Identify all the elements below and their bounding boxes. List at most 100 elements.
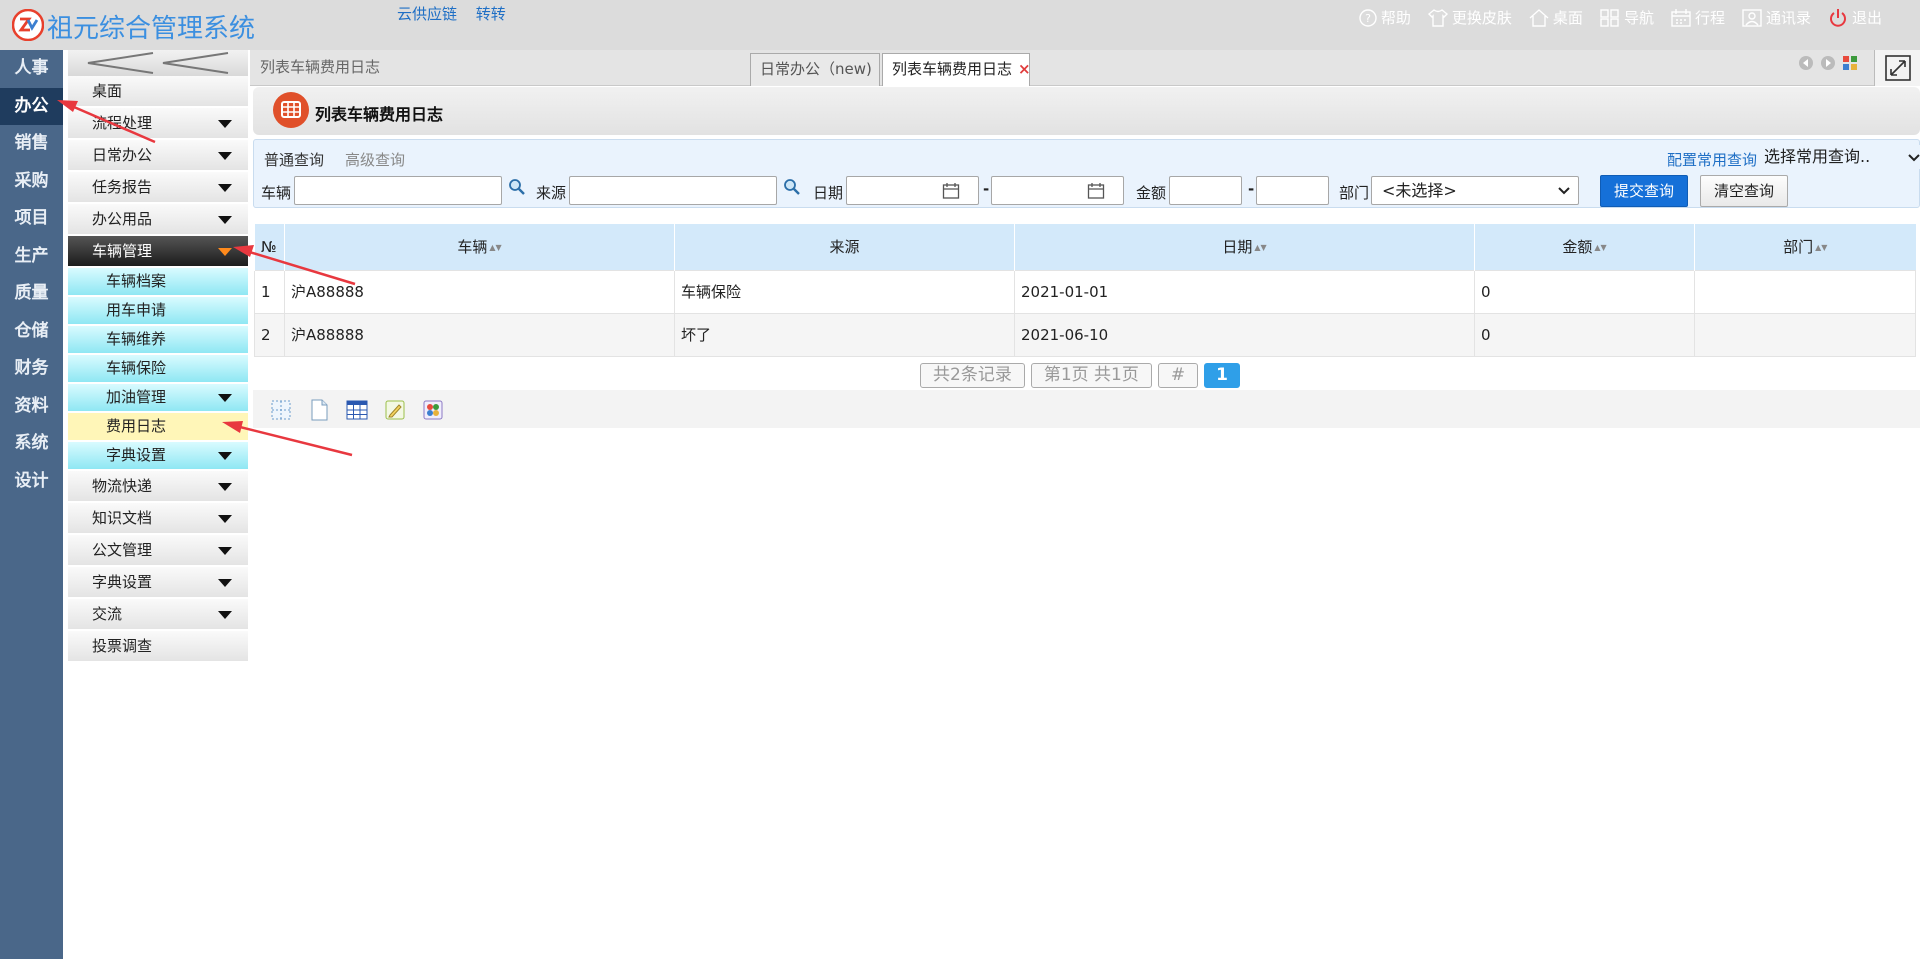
col-label: 日期 bbox=[1222, 238, 1253, 257]
tab-expense-log[interactable]: 列表车辆费用日志 × bbox=[882, 53, 1031, 86]
logout-button[interactable]: 退出 bbox=[1827, 7, 1882, 28]
select-all-icon[interactable] bbox=[270, 399, 292, 421]
nav-sales[interactable]: 销售 bbox=[0, 125, 63, 163]
menu-workflow[interactable]: 流程处理 bbox=[68, 108, 248, 138]
menu-task-report[interactable]: 任务报告 bbox=[68, 172, 248, 202]
vehicle-search-icon[interactable] bbox=[507, 177, 527, 197]
svg-text:?: ? bbox=[1365, 12, 1371, 25]
tab-scroll-left-icon[interactable] bbox=[1798, 55, 1814, 71]
navigation-button[interactable]: 导航 bbox=[1599, 7, 1654, 28]
menu-vehicle-insurance[interactable]: 车辆保险 bbox=[68, 355, 248, 382]
tab-menu-icon[interactable] bbox=[1842, 55, 1858, 71]
change-skin-label: 更换皮肤 bbox=[1451, 9, 1512, 27]
menu-vehicle-management[interactable]: 车辆管理 bbox=[68, 236, 248, 266]
submit-query-button[interactable]: 提交查询 bbox=[1600, 175, 1688, 207]
col-amount[interactable]: 金额 ▲▼ bbox=[1474, 224, 1695, 270]
source-search-icon[interactable] bbox=[782, 177, 802, 197]
list-icon bbox=[273, 92, 309, 128]
nav-system[interactable]: 系统 bbox=[0, 425, 63, 463]
saved-query-select[interactable]: 选择常用查询.. bbox=[1760, 145, 1920, 169]
menu-dictionary[interactable]: 字典设置 bbox=[68, 567, 248, 597]
col-label: 部门 bbox=[1783, 238, 1814, 257]
config-query-link[interactable]: 配置常用查询 bbox=[1667, 149, 1757, 170]
double-left-arrow-icon bbox=[87, 52, 229, 74]
logout-label: 退出 bbox=[1851, 9, 1882, 27]
col-dept[interactable]: 部门 ▲▼ bbox=[1694, 224, 1916, 270]
nav-finance[interactable]: 财务 bbox=[0, 350, 63, 388]
nav-office[interactable]: 办公 bbox=[0, 87, 63, 125]
calendar-icon bbox=[1087, 183, 1105, 199]
menu-desktop[interactable]: 桌面 bbox=[68, 76, 248, 106]
menu-vote[interactable]: 投票调查 bbox=[68, 631, 248, 661]
new-document-icon[interactable] bbox=[308, 399, 330, 421]
menu-fuel-management[interactable]: 加油管理 bbox=[68, 384, 248, 411]
expand-arrow-icon bbox=[218, 515, 232, 523]
clear-query-button[interactable]: 清空查询 bbox=[1700, 175, 1788, 207]
nav-hr[interactable]: 人事 bbox=[0, 50, 63, 88]
pager-current-page[interactable]: 1 bbox=[1204, 363, 1240, 388]
nav-project[interactable]: 项目 bbox=[0, 200, 63, 238]
menu-label: 车辆管理 bbox=[92, 242, 153, 260]
nav-warehouse[interactable]: 仓储 bbox=[0, 313, 63, 351]
top-link-supply-chain[interactable]: 云供应链 bbox=[397, 5, 457, 23]
amount-max-input[interactable] bbox=[1256, 176, 1329, 205]
expand-arrow-icon bbox=[218, 452, 232, 460]
desktop-button[interactable]: 桌面 bbox=[1528, 7, 1583, 28]
col-label: № bbox=[261, 237, 277, 256]
menu-daily-office[interactable]: 日常办公 bbox=[68, 140, 248, 170]
menu-label: 公文管理 bbox=[92, 541, 153, 559]
menu-documents[interactable]: 公文管理 bbox=[68, 535, 248, 565]
dept-select[interactable]: <未选择> bbox=[1371, 176, 1579, 205]
expand-arrow-icon bbox=[218, 216, 232, 224]
menu-vehicle-archive[interactable]: 车辆档案 bbox=[68, 268, 248, 295]
calendar-icon bbox=[1671, 8, 1691, 27]
app-logo-icon bbox=[12, 9, 44, 41]
settings-puzzle-icon[interactable] bbox=[422, 399, 444, 421]
amount-min-input[interactable] bbox=[1169, 176, 1242, 205]
table-row[interactable]: 1 沪A88888 车辆保险 2021-01-01 0 bbox=[254, 269, 1916, 314]
menu-logistics[interactable]: 物流快递 bbox=[68, 471, 248, 501]
edit-icon[interactable] bbox=[384, 399, 406, 421]
col-date[interactable]: 日期 ▲▼ bbox=[1014, 224, 1475, 270]
menu-vehicle-request[interactable]: 用车申请 bbox=[68, 297, 248, 324]
amount-range-dash: - bbox=[1248, 180, 1255, 198]
help-button[interactable]: ? 帮助 bbox=[1358, 7, 1411, 28]
nav-quality[interactable]: 质量 bbox=[0, 275, 63, 313]
tab-controls bbox=[1792, 55, 1858, 71]
tab-daily-office[interactable]: 日常办公（new) bbox=[750, 53, 880, 86]
schedule-button[interactable]: 行程 bbox=[1670, 7, 1725, 28]
menu-vehicle-dictionary[interactable]: 字典设置 bbox=[68, 442, 248, 469]
col-vehicle[interactable]: 车辆 ▲▼ bbox=[284, 224, 675, 270]
tab-advanced-query[interactable]: 高级查询 bbox=[345, 149, 405, 170]
expand-arrow-icon bbox=[218, 483, 232, 491]
table-row[interactable]: 2 沪A88888 坏了 2021-06-10 0 bbox=[254, 312, 1916, 357]
menu-label: 交流 bbox=[92, 605, 123, 623]
menu-knowledge[interactable]: 知识文档 bbox=[68, 503, 248, 533]
tab-simple-query[interactable]: 普通查询 bbox=[264, 149, 324, 170]
menu-office-supplies[interactable]: 办公用品 bbox=[68, 204, 248, 234]
contacts-button[interactable]: 通讯录 bbox=[1741, 7, 1811, 28]
nav-production[interactable]: 生产 bbox=[0, 238, 63, 276]
source-input[interactable] bbox=[569, 176, 777, 205]
menu-vehicle-maintenance[interactable]: 车辆维养 bbox=[68, 326, 248, 353]
schedule-label: 行程 bbox=[1694, 9, 1725, 27]
date-from-input[interactable] bbox=[846, 176, 979, 205]
collapse-menu-button[interactable] bbox=[68, 50, 248, 76]
menu-expense-log[interactable]: 费用日志 bbox=[68, 413, 248, 440]
date-to-input[interactable] bbox=[991, 176, 1124, 205]
maximize-button[interactable] bbox=[1874, 50, 1920, 86]
tab-scroll-right-icon[interactable] bbox=[1820, 55, 1836, 71]
dept-select-value: <未选择> bbox=[1382, 181, 1457, 200]
change-skin-button[interactable]: 更换皮肤 bbox=[1427, 7, 1512, 28]
menu-communication[interactable]: 交流 bbox=[68, 599, 248, 629]
nav-design[interactable]: 设计 bbox=[0, 463, 63, 501]
top-link-zhuanzhuan[interactable]: 转转 bbox=[476, 5, 506, 23]
cell-amount: 0 bbox=[1474, 269, 1695, 314]
expand-arrow-icon bbox=[218, 120, 232, 128]
vehicle-input[interactable] bbox=[294, 176, 502, 205]
nav-materials[interactable]: 资料 bbox=[0, 388, 63, 426]
tab-close-icon[interactable]: × bbox=[1018, 60, 1031, 78]
pager-jump[interactable]: # bbox=[1157, 363, 1199, 388]
table-view-icon[interactable] bbox=[346, 399, 368, 421]
nav-purchase[interactable]: 采购 bbox=[0, 163, 63, 201]
